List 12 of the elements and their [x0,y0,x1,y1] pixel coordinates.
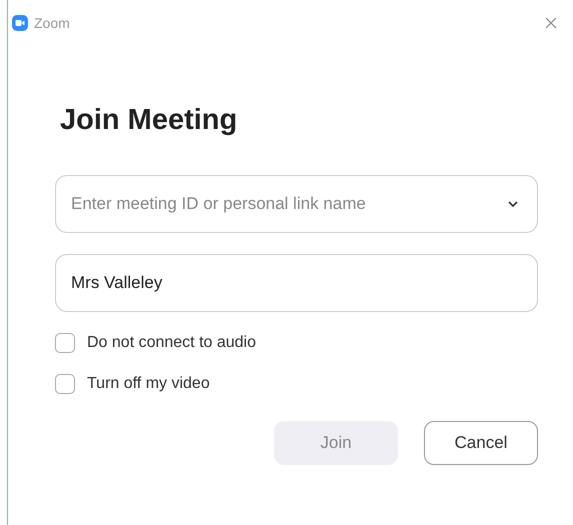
checkbox[interactable] [55,374,75,394]
checkbox-label: Turn off my video [87,375,210,393]
dialog-heading: Join Meeting [60,104,238,137]
checkbox-label: Do not connect to audio [87,334,256,352]
name-field[interactable]: Mrs Valleley [55,254,538,312]
cancel-button[interactable]: Cancel [424,421,538,465]
camera-icon [12,15,28,31]
checkbox[interactable] [55,333,75,353]
close-icon[interactable] [545,17,557,29]
meeting-id-field[interactable]: Enter meeting ID or personal link name [55,175,538,233]
chevron-down-icon[interactable] [508,201,518,207]
window-title: Zoom [34,15,71,31]
